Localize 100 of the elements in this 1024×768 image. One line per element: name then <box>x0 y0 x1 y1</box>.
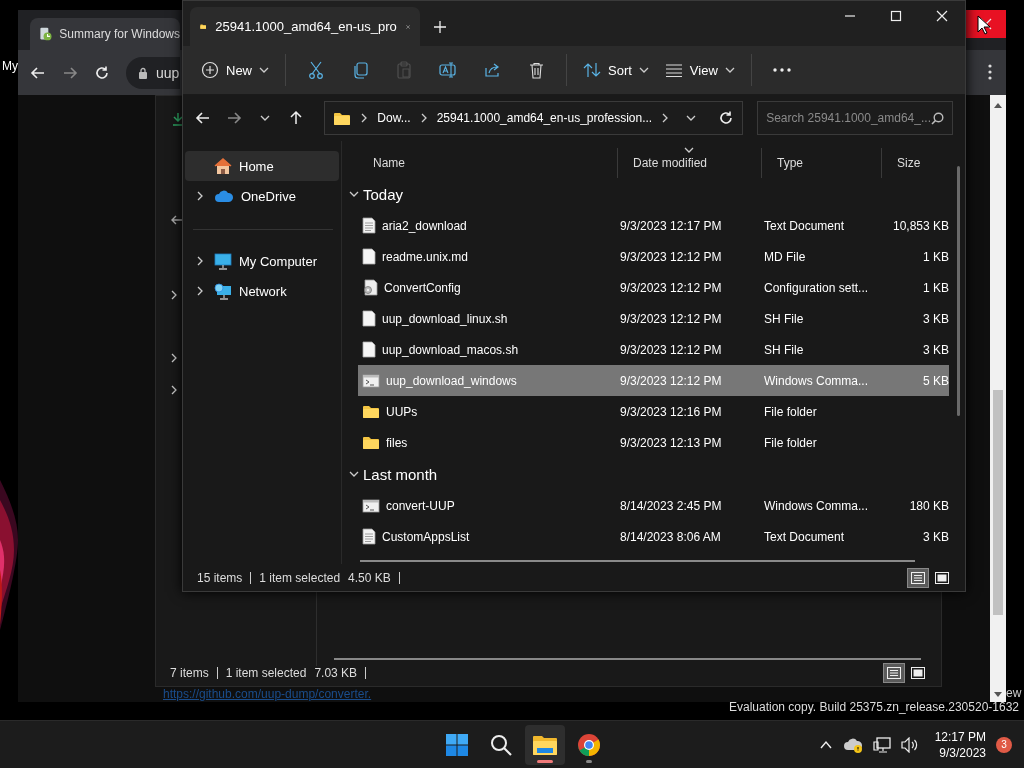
window-text: ew <box>1006 686 1022 700</box>
rename-icon <box>439 62 457 78</box>
show-hidden-icons-button[interactable] <box>818 739 833 750</box>
download-icon[interactable] <box>172 112 184 126</box>
column-header[interactable]: Name <box>358 148 617 178</box>
back-icon[interactable] <box>30 64 46 81</box>
nav-item[interactable]: Network <box>185 276 339 306</box>
new-button[interactable]: New <box>195 54 275 86</box>
file-name: files <box>386 435 408 450</box>
type-cell-text: File folder <box>763 435 818 450</box>
collapse-icon[interactable] <box>349 189 359 199</box>
search-field[interactable]: Search 25941.1000_amd64_... <box>757 101 953 135</box>
expand-icon[interactable] <box>195 191 205 201</box>
file-name: uup_download_linux.sh <box>382 311 508 326</box>
file-row[interactable]: uup_download_windows 9/3/2023 12:12 PM Windows Comma... 5 KB <box>358 365 949 396</box>
sort-button[interactable]: Sort <box>577 54 655 86</box>
file-name: CustomAppsList <box>382 529 470 544</box>
nav-item[interactable]: My Computer <box>185 246 339 276</box>
desktop-icon-label[interactable]: My <box>2 59 18 73</box>
file-explorer-button[interactable] <box>525 724 565 765</box>
clipboard-icon <box>396 61 412 79</box>
maximize-icon <box>890 10 902 22</box>
nav-item[interactable]: OneDrive <box>185 181 339 211</box>
group-header[interactable]: Last month <box>349 458 965 490</box>
notification-badge[interactable]: 3 <box>996 736 1012 753</box>
collapse-icon[interactable] <box>349 469 359 479</box>
chevron-icon[interactable] <box>169 290 179 300</box>
selection-size: 4.50 KB <box>348 570 391 585</box>
type-cell-text: Text Document <box>763 529 846 544</box>
script-file-icon <box>362 498 380 513</box>
file-row[interactable]: readme.unix.md 9/3/2023 12:12 PM MD File 1 KB <box>358 241 949 272</box>
type-cell-text: SH File <box>763 342 805 357</box>
file-row[interactable]: convert-UUP 8/14/2023 2:45 PM Windows Comma... 180 KB <box>358 490 949 521</box>
menu-icon[interactable] <box>988 64 992 80</box>
sort-icon <box>583 62 601 78</box>
date-cell-text: 8/14/2023 8:06 AM <box>619 529 722 544</box>
size-cell-text: 3 KB <box>922 311 949 326</box>
type-cell-text: Windows Comma... <box>763 373 870 388</box>
address-bar[interactable]: Dow... 25941.1000_amd64_en-us_profession... <box>324 101 744 135</box>
home-icon <box>214 157 232 175</box>
expand-icon[interactable] <box>195 256 205 266</box>
window-tab[interactable]: 25941.1000_amd64_en-us_pro <box>190 7 420 46</box>
file-row[interactable]: ConvertConfig 9/3/2023 12:12 PM Configuration sett... 1 KB <box>358 272 949 303</box>
view-button[interactable]: View <box>658 54 741 86</box>
file-name: convert-UUP <box>386 498 455 513</box>
expand-icon[interactable] <box>195 286 205 296</box>
nav-item[interactable]: Home <box>185 151 339 181</box>
cloud-warning-icon[interactable] <box>842 736 863 753</box>
dropdown-icon[interactable] <box>686 113 697 123</box>
column-header[interactable]: Date modified <box>617 148 761 178</box>
file-name: readme.unix.md <box>382 249 469 264</box>
file-row[interactable]: uup_download_macos.sh 9/3/2023 12:12 PM SH File 3 KB <box>358 334 949 365</box>
computer-icon <box>214 252 232 270</box>
back-icon[interactable] <box>170 213 184 227</box>
scroll-down-icon[interactable] <box>994 692 1002 698</box>
details-view-button[interactable] <box>883 663 905 683</box>
file-row[interactable]: uup_download_linux.sh 9/3/2023 12:12 PM SH File 3 KB <box>358 303 949 334</box>
column-header[interactable]: Type <box>761 148 881 178</box>
clock-date[interactable]: 9/3/2023 <box>939 744 986 761</box>
volume-icon[interactable] <box>900 736 919 753</box>
file-row[interactable]: files 9/3/2023 12:13 PM File folder <box>358 427 949 458</box>
tiles-view-icon <box>935 571 949 584</box>
date-cell-text: 9/3/2023 12:12 PM <box>619 373 723 388</box>
file-row[interactable]: CustomAppsList 8/14/2023 8:06 AM Text Document 3 KB <box>358 521 949 552</box>
date-cell-text: 9/3/2023 12:16 PM <box>619 404 723 419</box>
size-cell-text: 5 KB <box>922 373 949 388</box>
scrollbar-thumb[interactable] <box>993 390 1003 615</box>
network-icon[interactable] <box>872 736 891 753</box>
breadcrumb-item[interactable]: Dow... <box>377 111 411 125</box>
file-name: uup_download_windows <box>386 373 517 388</box>
browser-logo-icon <box>577 732 601 757</box>
chevron-icon[interactable] <box>169 385 179 395</box>
scrollbar[interactable] <box>990 95 1006 702</box>
plus-icon <box>434 20 446 33</box>
reload-icon[interactable] <box>94 64 110 81</box>
address-bar[interactable]: uup <box>126 56 180 89</box>
details-view-icon <box>887 667 901 679</box>
file-row[interactable]: UUPs 9/3/2023 12:16 PM File folder <box>358 396 949 427</box>
windows-start-icon <box>445 732 469 757</box>
column-header[interactable]: Size <box>881 148 951 178</box>
file-icon <box>362 248 376 265</box>
scrollbar-thumb[interactable] <box>360 560 915 562</box>
selection-info: 1 item selected <box>225 666 307 680</box>
browser-tab[interactable]: Summary for Windows <box>30 18 180 50</box>
selection-info: 1 item selected <box>259 570 341 585</box>
type-cell-text: File folder <box>763 404 818 419</box>
refresh-icon[interactable] <box>718 110 735 126</box>
scrollbar-thumb[interactable] <box>957 166 960 416</box>
forward-icon[interactable] <box>62 64 78 81</box>
group-header[interactable]: Today <box>349 178 965 210</box>
scroll-up-icon[interactable] <box>994 102 1002 108</box>
file-row[interactable]: aria2_download 9/3/2023 12:17 PM Text Document 10,853 KB <box>358 210 949 241</box>
close-button[interactable] <box>966 10 1006 38</box>
back-icon <box>195 110 212 126</box>
chevron-icon[interactable] <box>169 353 179 363</box>
details-view-button[interactable] <box>907 567 929 588</box>
file-name: UUPs <box>386 404 418 419</box>
folder-icon <box>532 733 558 756</box>
breadcrumb-item[interactable]: 25941.1000_amd64_en-us_profession... <box>436 111 653 125</box>
clock-time[interactable]: 12:17 PM <box>934 728 986 745</box>
